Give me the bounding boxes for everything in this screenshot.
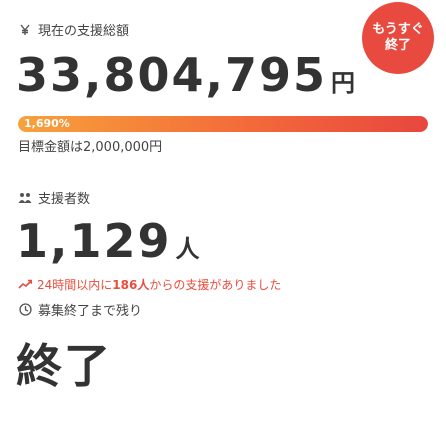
remaining-time-label-text: 募集終了まで残り [38, 304, 143, 319]
remaining-time-value: 終了 [16, 339, 112, 393]
supporters-count-value: 1,129 [16, 214, 172, 268]
total-amount-label: 現在の支援総額 [18, 20, 129, 39]
yen-icon [18, 23, 32, 37]
progress-bar [18, 116, 428, 132]
progress-fill [18, 116, 428, 132]
recent-prefix: 24時間以内に [37, 278, 113, 292]
badge-line-1: もうすぐ [372, 22, 424, 37]
recent-support-line: 24時間以内に186人からの支援がありました [18, 276, 281, 293]
goal-amount-text: 目標金額は2,000,000円 [18, 140, 163, 155]
recent-count: 186人 [112, 278, 150, 292]
total-amount-value: 33,804,795 [16, 48, 328, 102]
total-amount-label-text: 現在の支援総額 [38, 24, 130, 39]
badge-line-2: 終了 [384, 38, 411, 53]
total-amount: 33,804,795 円 [16, 48, 355, 102]
progress-percent: 1,690% [24, 117, 70, 130]
ending-soon-badge: もうすぐ 終了 [362, 2, 434, 74]
people-icon [18, 191, 32, 205]
supporters-count: 1,129 人 [16, 214, 200, 268]
supporters-count-unit: 人 [175, 235, 200, 263]
total-amount-unit: 円 [331, 69, 356, 97]
recent-suffix: からの支援がありました [149, 278, 282, 292]
trend-up-icon [18, 278, 33, 292]
clock-icon [18, 303, 32, 317]
remaining-time-label: 募集終了まで残り [18, 300, 142, 319]
supporters-label: 支援者数 [18, 188, 90, 207]
supporters-label-text: 支援者数 [38, 192, 91, 207]
